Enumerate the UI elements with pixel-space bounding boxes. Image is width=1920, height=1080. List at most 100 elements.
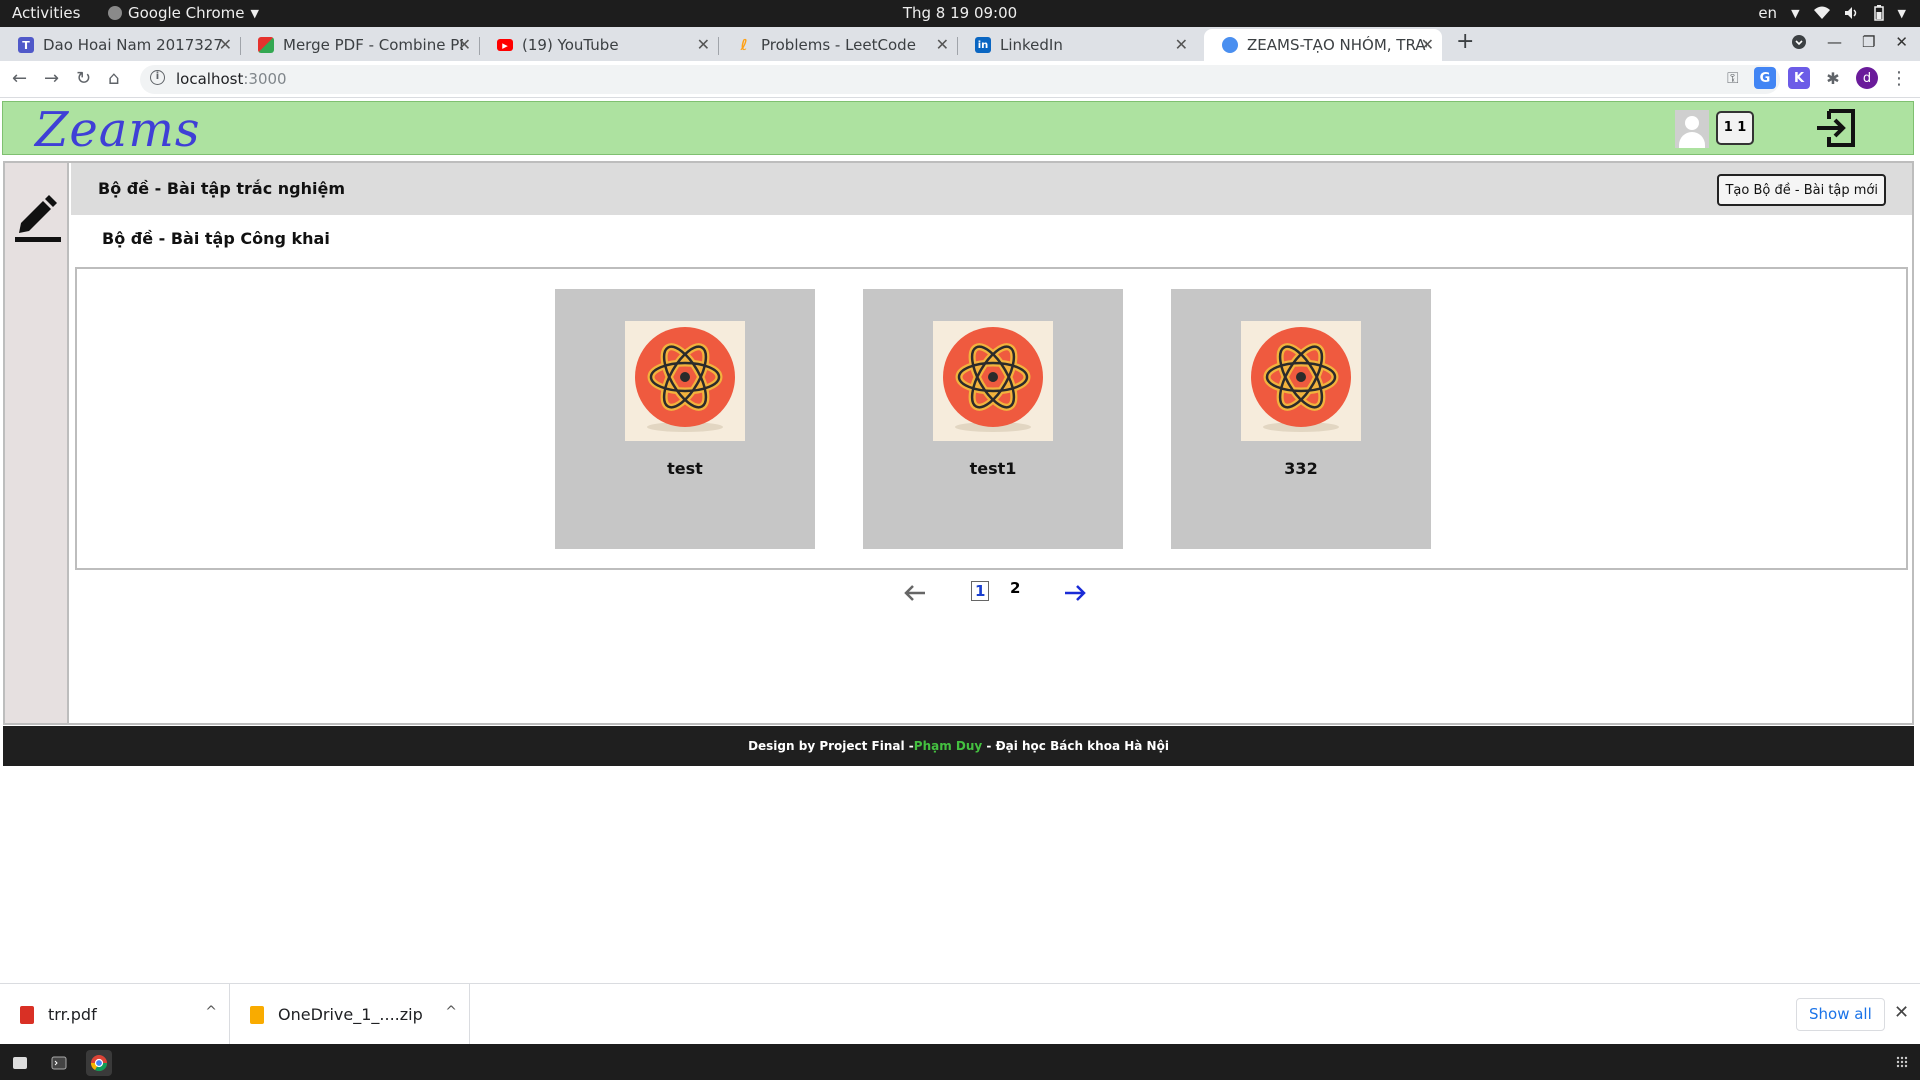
exercise-card[interactable]: test xyxy=(555,289,815,549)
close-downloads-icon[interactable]: ✕ xyxy=(1894,1002,1909,1023)
download-filename: OneDrive_1_....zip xyxy=(278,1005,423,1024)
zeams-icon xyxy=(1222,37,1238,53)
browser-toolbar: ← → ↻ ⌂ i localhost:3000 ⚿ ☆ G K ✱ d ⋮ xyxy=(0,61,1920,98)
tab-title: LinkedIn xyxy=(1000,36,1063,54)
chevron-up-icon[interactable]: ^ xyxy=(445,1004,457,1020)
main-frame: Bộ đề - Bài tập trắc nghiệm Tạo Bộ đề - … xyxy=(3,161,1914,725)
browser-tab[interactable]: ℓ Problems - LeetCode ✕ xyxy=(718,29,958,61)
tab-title: (19) YouTube xyxy=(522,36,619,54)
language-indicator[interactable]: en xyxy=(1758,4,1777,22)
atom-icon xyxy=(933,321,1053,441)
profile-avatar[interactable]: d xyxy=(1856,67,1878,89)
browser-tab[interactable]: in LinkedIn ✕ xyxy=(957,29,1196,61)
browser-tab[interactable]: ▸ (19) YouTube ✕ xyxy=(479,29,719,61)
close-icon[interactable]: ✕ xyxy=(219,35,232,54)
k-extension-icon[interactable]: K xyxy=(1788,67,1810,89)
close-icon[interactable]: ✕ xyxy=(936,35,949,54)
caret-down-icon: ▼ xyxy=(1791,6,1800,20)
url-text[interactable]: localhost:3000 xyxy=(176,70,287,88)
tab-title: ZEAMS-TẠO NHÓM, TRAO xyxy=(1247,36,1427,54)
os-taskbar xyxy=(0,1044,1920,1080)
tab-title: Merge PDF - Combine PDF xyxy=(283,36,463,54)
chrome-icon[interactable] xyxy=(86,1050,112,1076)
ilovepdf-icon xyxy=(258,37,274,53)
section-title: Bộ đề - Bài tập Công khai xyxy=(102,229,330,248)
kebab-menu-icon[interactable]: ⋮ xyxy=(1890,68,1908,89)
web-page: Zeams 1 1 Bộ đề - Bài tập trắc nghiệm Tạ… xyxy=(0,99,1920,983)
logout-icon[interactable] xyxy=(1815,108,1857,148)
card-title: 332 xyxy=(1284,459,1318,478)
caret-down-icon: ▼ xyxy=(1897,6,1906,20)
translate-extension-icon[interactable]: G xyxy=(1754,67,1776,89)
battery-icon xyxy=(1873,5,1884,21)
close-icon[interactable]: ✕ xyxy=(458,35,471,54)
zeams-logo[interactable]: Zeams xyxy=(35,102,201,158)
page-title-bar: Bộ đề - Bài tập trắc nghiệm Tạo Bộ đề - … xyxy=(71,163,1912,215)
page-number-current[interactable]: 1 xyxy=(971,581,990,601)
app-header: Zeams 1 1 xyxy=(2,101,1914,158)
exercise-card[interactable]: 332 xyxy=(1171,289,1431,549)
show-apps-grid-icon[interactable] xyxy=(1896,1056,1908,1068)
forward-arrow-icon[interactable]: → xyxy=(44,68,59,89)
atom-icon xyxy=(625,321,745,441)
exercise-grid: test test1 332 xyxy=(75,267,1908,570)
pdf-file-icon xyxy=(20,1005,34,1024)
terminal-icon[interactable] xyxy=(46,1050,72,1076)
user-avatar[interactable] xyxy=(1675,110,1709,148)
tab-title: Problems - LeetCode xyxy=(761,36,916,54)
new-tab-plus-icon[interactable]: + xyxy=(1456,29,1474,54)
exercise-card[interactable]: test1 xyxy=(863,289,1123,549)
teams-icon: T xyxy=(18,37,34,53)
chrome-icon xyxy=(108,6,122,20)
browser-tab-active[interactable]: ZEAMS-TẠO NHÓM, TRAO ✕ xyxy=(1204,29,1442,61)
browser-tab[interactable]: T Dao Hoai Nam 20173271 | ✕ xyxy=(0,29,241,61)
chevron-up-icon[interactable]: ^ xyxy=(205,1004,217,1020)
system-tray[interactable]: en ▼ ▼ xyxy=(1758,4,1906,22)
volume-icon xyxy=(1844,7,1856,19)
key-icon[interactable]: ⚿ xyxy=(1727,69,1738,87)
tab-search-icon[interactable] xyxy=(1791,34,1807,50)
wifi-icon xyxy=(1813,6,1830,19)
tab-strip: T Dao Hoai Nam 20173271 | ✕ Merge PDF - … xyxy=(0,27,1920,61)
app-menu[interactable]: Google Chrome ▼ xyxy=(108,4,259,22)
youtube-icon: ▸ xyxy=(497,39,513,52)
close-icon[interactable]: ✕ xyxy=(697,35,710,54)
card-title: test xyxy=(667,459,703,478)
content-area: Bộ đề - Bài tập trắc nghiệm Tạo Bộ đề - … xyxy=(71,163,1912,723)
os-top-bar: Activities Google Chrome ▼ Thg 8 19 09:0… xyxy=(0,0,1920,27)
card-title: test1 xyxy=(969,459,1017,478)
tab-title: Dao Hoai Nam 20173271 | xyxy=(43,36,223,54)
system-clock[interactable]: Thg 8 19 09:00 xyxy=(903,4,1017,22)
zip-file-icon xyxy=(250,1005,264,1024)
footer-prefix: Design by Project Final - xyxy=(748,739,914,753)
caret-down-icon: ▼ xyxy=(250,6,259,20)
close-icon[interactable]: ✕ xyxy=(1421,35,1434,54)
next-page-arrow-icon[interactable] xyxy=(1063,583,1087,603)
edit-pencil-icon[interactable] xyxy=(13,189,63,245)
footer-suffix: - Đại học Bách khoa Hà Nội xyxy=(982,739,1169,753)
downloads-bar: trr.pdf ^ OneDrive_1_....zip ^ Show all … xyxy=(0,983,1920,1045)
close-window-icon[interactable]: ✕ xyxy=(1895,33,1908,51)
puzzle-extensions-icon[interactable]: ✱ xyxy=(1822,67,1844,89)
window-controls: — ❐ ✕ xyxy=(1791,33,1908,51)
activities-button[interactable]: Activities xyxy=(12,4,80,22)
show-all-downloads-button[interactable]: Show all xyxy=(1796,998,1885,1031)
back-arrow-icon[interactable]: ← xyxy=(12,68,27,89)
address-bar[interactable]: i localhost:3000 ⚿ ☆ xyxy=(140,65,1780,94)
files-icon[interactable] xyxy=(7,1050,33,1076)
create-exercise-button[interactable]: Tạo Bộ đề - Bài tập mới xyxy=(1717,174,1886,206)
maximize-icon[interactable]: ❐ xyxy=(1862,33,1875,51)
previous-page-arrow-icon[interactable] xyxy=(903,583,927,603)
user-badge[interactable]: 1 1 xyxy=(1716,111,1754,145)
reload-icon[interactable]: ↻ xyxy=(76,68,91,89)
browser-tab[interactable]: Merge PDF - Combine PDF ✕ xyxy=(240,29,480,61)
download-item[interactable]: trr.pdf ^ xyxy=(0,984,230,1045)
minimize-icon[interactable]: — xyxy=(1827,33,1842,51)
home-icon[interactable]: ⌂ xyxy=(108,68,119,89)
atom-icon xyxy=(1241,321,1361,441)
page-number[interactable]: 2 xyxy=(1010,579,1020,597)
download-item[interactable]: OneDrive_1_....zip ^ xyxy=(230,984,470,1045)
close-icon[interactable]: ✕ xyxy=(1175,35,1188,54)
footer-author: Phạm Duy xyxy=(913,739,983,753)
site-info-icon[interactable]: i xyxy=(150,70,165,85)
